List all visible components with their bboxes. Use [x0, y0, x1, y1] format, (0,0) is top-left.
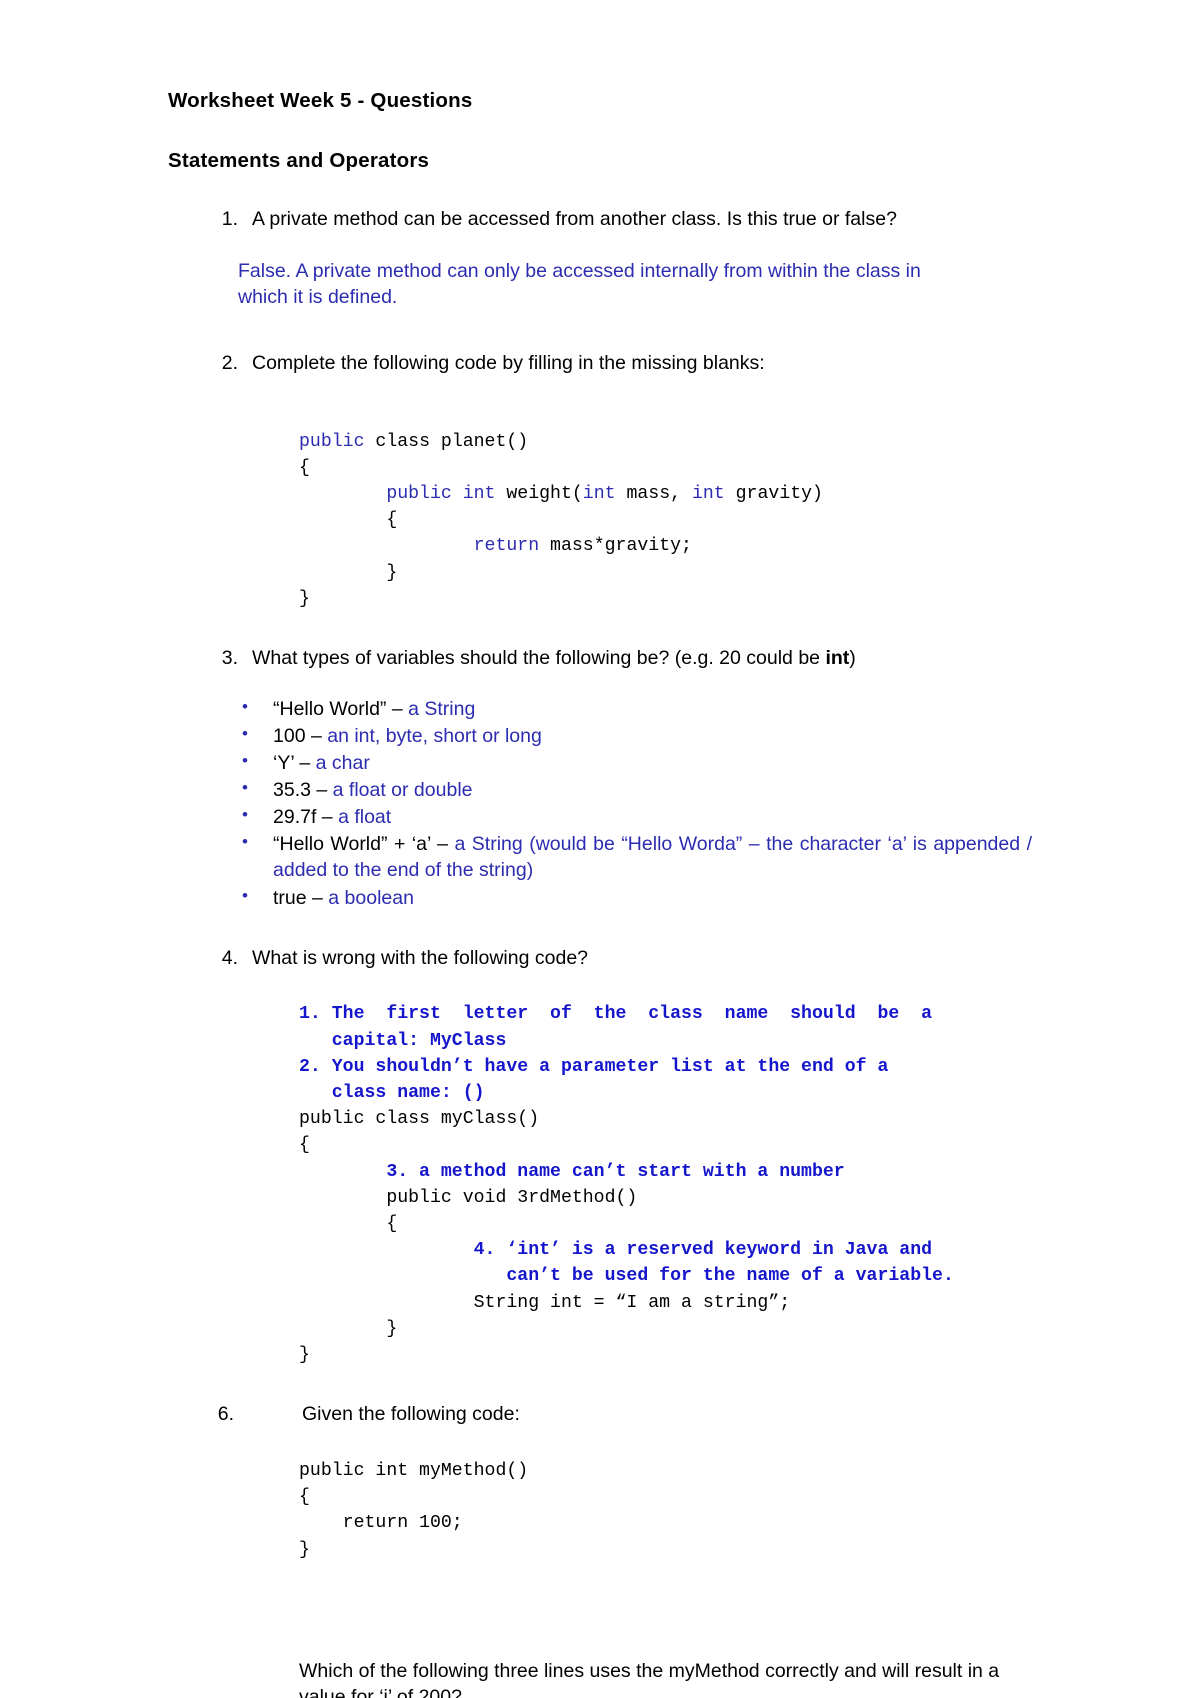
bullet-answer: a char: [315, 751, 370, 774]
question-6-text: Given the following code:: [302, 1403, 520, 1426]
bullet-answer: a String: [408, 697, 476, 720]
code-text-gravity: gravity): [724, 483, 823, 504]
code-text-weight: weight(: [495, 483, 583, 504]
code-brace-open-1: {: [299, 457, 310, 478]
list-item: “Hello World” + ‘a’ – a String (would be…: [168, 831, 1032, 883]
code-method-declaration: public void 3rdMethod() {: [386, 1187, 638, 1235]
bullet-answer: an int, byte, short or long: [327, 724, 542, 747]
question-6-tail-text: Which of the following three lines uses …: [299, 1659, 1000, 1698]
code-brace-close-2: }: [299, 588, 310, 609]
document-page: Worksheet Week 5 - Questions Statements …: [0, 0, 1200, 1698]
question-3: 3. What types of variables should the fo…: [168, 646, 1032, 672]
section-heading: Statements and Operators: [168, 148, 430, 172]
document-title: Worksheet Week 5 - Questions: [168, 89, 473, 112]
question-1-number: 1.: [221, 208, 238, 231]
bullet-question: “Hello World” + ‘a’ –: [273, 833, 455, 856]
question-1: 1. A private method can be accessed from…: [168, 207, 1032, 233]
code-string-declaration: String int = “I am a string”; } }: [299, 1292, 791, 1366]
bullet-question: 29.7f –: [273, 806, 339, 829]
question-2: 2. Complete the following code by fillin…: [168, 351, 1032, 377]
question-2-text: Complete the following code by filling i…: [252, 351, 765, 374]
list-item: 100 – an int, byte, short or long: [168, 723, 1032, 749]
code-brace-open-2: {: [299, 510, 398, 531]
question-4-text: What is wrong with the following code?: [252, 946, 589, 969]
bullet-question: ‘Y’ –: [273, 751, 316, 774]
bullet-answer: a float: [338, 806, 392, 829]
annotation-note-4: 4. ‘int’ is a reserved keyword in Java a…: [473, 1240, 954, 1287]
code-text-class-planet: class planet(): [364, 431, 529, 452]
code-brace-close-1: }: [299, 562, 398, 583]
annotation-note-3: 3. a method name can’t start with a numb…: [299, 1161, 845, 1182]
question-3-text-bold: int: [825, 646, 850, 669]
bullet-question: 35.3 –: [273, 779, 333, 802]
list-item: “Hello World” – a String: [168, 696, 1032, 722]
question-4: 4. What is wrong with the following code…: [168, 946, 1032, 972]
code-keyword-int-gravity: int: [691, 483, 725, 504]
list-item: ‘Y’ – a char: [168, 750, 1032, 776]
question-4-number: 4.: [221, 946, 238, 969]
question-2-number: 2.: [221, 351, 238, 374]
list-item: true – a boolean: [168, 885, 1032, 911]
list-item: 35.3 – a float or double: [168, 777, 1032, 803]
question-3-bullet-list: “Hello World” – a String 100 – an int, b…: [168, 696, 1032, 911]
code-text-mass-gravity: mass*gravity;: [539, 536, 692, 557]
code-keyword-public: public: [299, 431, 365, 452]
question-3-text-before: What types of variables should the follo…: [252, 646, 826, 669]
code-keyword-public-int: public int: [299, 483, 496, 504]
code-keyword-int-mass: int: [582, 483, 616, 504]
bullet-answer: a float or double: [332, 779, 473, 802]
annotation-note-2: 2. You shouldn’t have a parameter list a…: [299, 1056, 889, 1104]
code-keyword-return: return: [299, 536, 540, 557]
question-2-code-block: public class planet() { public int weigh…: [299, 429, 1032, 612]
question-6-number: 6.: [217, 1403, 234, 1426]
annotation-note-1: 1. The first letter of the class name sh…: [299, 1004, 933, 1051]
code-text-mass: mass,: [615, 483, 692, 504]
list-item: 29.7f – a float: [168, 804, 1032, 830]
question-3-text: What types of variables should the follo…: [252, 646, 1032, 672]
question-6: 6. Given the following code:: [168, 1402, 1032, 1428]
question-1-text: A private method can be accessed from an…: [252, 208, 897, 231]
bullet-question: 100 –: [273, 724, 328, 747]
bullet-question: “Hello World” –: [273, 697, 409, 720]
question-3-number: 3.: [221, 646, 238, 669]
bullet-question: true –: [273, 886, 329, 909]
question-4-code-block: 1. The first letter of the class name sh…: [299, 1001, 1032, 1368]
question-3-text-after: ): [849, 646, 856, 669]
bullet-answer: a boolean: [328, 886, 414, 909]
question-6-code-block: public int myMethod() { return 100; }: [299, 1461, 529, 1560]
code-class-declaration: public class myClass() {: [299, 1109, 540, 1156]
question-1-answer: False. A private method can only be acce…: [238, 259, 921, 308]
